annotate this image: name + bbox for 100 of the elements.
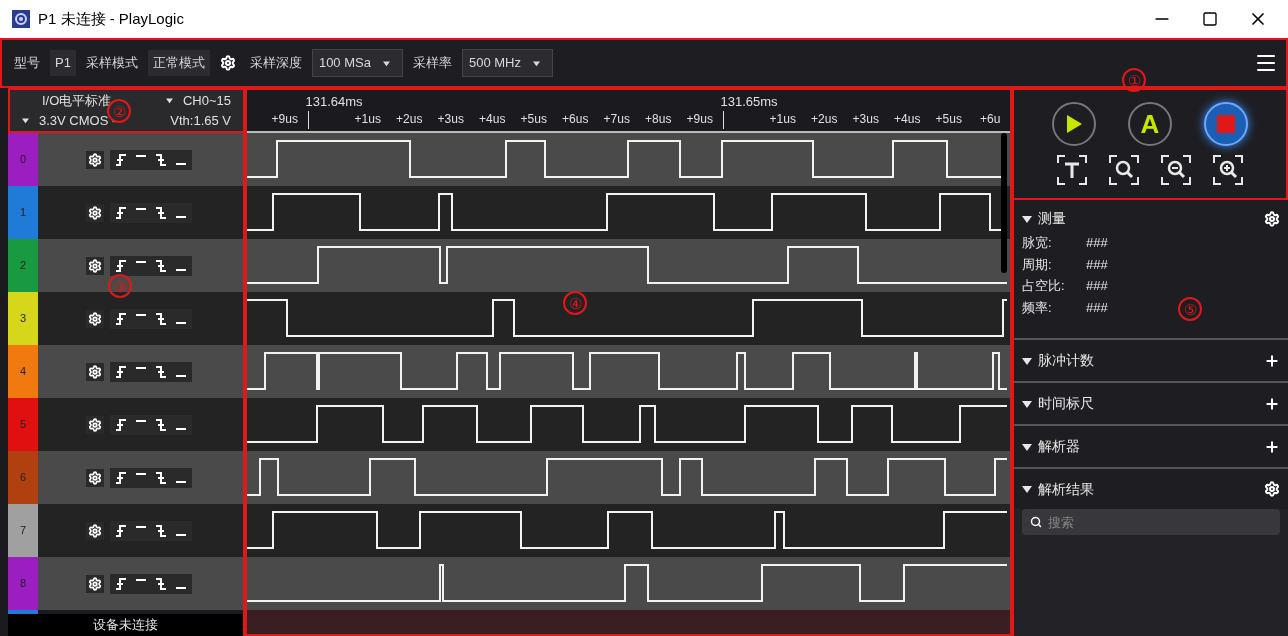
falling-edge-icon[interactable] — [154, 258, 168, 273]
gear-icon[interactable] — [88, 364, 102, 379]
ruler-time-label: 131.65ms — [720, 93, 778, 111]
zoom-in-icon[interactable] — [1212, 154, 1244, 186]
gear-icon[interactable] — [88, 311, 102, 326]
channel-tag[interactable]: 5 — [8, 398, 38, 451]
rising-edge-icon[interactable] — [114, 311, 128, 326]
measure-value: ### — [1086, 298, 1108, 317]
channel-tag[interactable]: 2 — [8, 239, 38, 292]
gear-icon[interactable] — [88, 152, 102, 167]
toolbar-value: P1 — [50, 50, 76, 76]
caret-icon — [165, 97, 173, 105]
ruler-tick-label: +2us — [396, 111, 423, 128]
annotation-marker: ⑤ — [1178, 297, 1202, 321]
gear-icon[interactable] — [88, 523, 102, 538]
add-icon[interactable] — [1264, 395, 1280, 412]
falling-edge-icon[interactable] — [154, 205, 168, 220]
rising-edge-icon[interactable] — [114, 152, 128, 167]
channel-tag[interactable]: 4 — [8, 345, 38, 398]
falling-edge-icon[interactable] — [154, 523, 168, 538]
status-bar: 设备未连接 — [8, 614, 243, 636]
toolbar-label: 型号 — [13, 54, 41, 73]
caret-icon[interactable] — [1022, 213, 1032, 224]
rising-edge-icon[interactable] — [114, 576, 128, 591]
zoom-fit-icon[interactable] — [1108, 154, 1140, 186]
measure-value: ### — [1086, 255, 1108, 274]
ruler-tick-label: +9us — [686, 111, 713, 128]
measure-label: 脉宽: — [1022, 234, 1053, 252]
maximize-icon[interactable] — [1202, 11, 1218, 27]
falling-edge-icon[interactable] — [154, 364, 168, 379]
ruler-tick-label: +1us — [769, 111, 796, 128]
channel-tag[interactable]: 1 — [8, 186, 38, 239]
add-icon[interactable] — [1264, 352, 1280, 369]
scrollbar-thumb[interactable] — [1001, 133, 1007, 273]
caret-icon — [382, 59, 390, 67]
section-title: 解析器 — [1038, 437, 1080, 456]
falling-edge-icon[interactable] — [154, 311, 168, 326]
stop-button[interactable] — [1204, 102, 1248, 146]
section-title: 脉冲计数 — [1038, 351, 1094, 370]
measure-value: ### — [1086, 277, 1108, 295]
section-title: 解析结果 — [1038, 479, 1094, 499]
ruler-tick-label: +6us — [562, 111, 589, 128]
ruler-tick-label: +8us — [645, 111, 672, 128]
channel-tag[interactable]: 3 — [8, 292, 38, 345]
measure-value: ### — [1086, 234, 1108, 252]
auto-button[interactable]: A — [1128, 102, 1172, 146]
text-cursor-icon[interactable] — [1056, 154, 1088, 186]
caret-icon — [22, 116, 29, 124]
ruler-tick-label: +5us — [520, 111, 547, 128]
gear-icon[interactable] — [219, 55, 236, 71]
measure-label: 频率: — [1022, 298, 1053, 317]
rising-edge-icon[interactable] — [114, 364, 128, 379]
caret-icon — [533, 59, 540, 67]
search-field[interactable]: 搜索 — [1022, 509, 1280, 535]
channel-range-select[interactable]: CH0~15 — [165, 91, 231, 111]
rising-edge-icon[interactable] — [114, 523, 128, 538]
measure-label: 周期: — [1022, 255, 1053, 274]
annotation-marker: ④ — [563, 291, 587, 315]
stop-icon — [1217, 115, 1235, 133]
rising-edge-icon[interactable] — [114, 470, 128, 485]
section-title: 测量 — [1038, 209, 1066, 228]
gear-icon[interactable] — [1264, 210, 1280, 227]
toolbar-label: 采样率 — [411, 54, 453, 73]
ruler-tick-label: +5us — [935, 111, 962, 128]
gear-icon[interactable] — [88, 576, 102, 591]
ruler-tick-label: +7us — [603, 111, 630, 128]
gear-icon[interactable] — [88, 417, 102, 432]
section-title: 时间标尺 — [1038, 394, 1094, 413]
gear-icon[interactable] — [1264, 481, 1280, 497]
play-button[interactable] — [1052, 102, 1096, 146]
gear-icon[interactable] — [88, 470, 102, 485]
gear-icon[interactable] — [88, 258, 102, 273]
caret-icon[interactable] — [1022, 484, 1032, 494]
window-title: P1 未连接 - PlayLogic — [38, 8, 184, 29]
annotation-marker: ① — [1122, 68, 1146, 92]
ruler-tick-label: +1us — [354, 111, 381, 128]
play-icon — [1065, 114, 1083, 134]
falling-edge-icon[interactable] — [154, 576, 168, 591]
rising-edge-icon[interactable] — [114, 258, 128, 273]
threshold-value: Vth:1.65 V — [170, 111, 231, 130]
toolbar-label: 采样模式 — [84, 54, 139, 73]
annotation-marker: ③ — [108, 274, 132, 298]
rising-edge-icon[interactable] — [114, 417, 128, 432]
search-icon — [1030, 516, 1042, 528]
falling-edge-icon[interactable] — [154, 470, 168, 485]
falling-edge-icon[interactable] — [154, 152, 168, 167]
toolbar-label: 采样深度 — [248, 54, 303, 73]
caret-icon[interactable] — [1022, 355, 1032, 366]
caret-icon[interactable] — [1022, 441, 1032, 452]
gear-icon[interactable] — [88, 205, 102, 220]
add-icon[interactable] — [1264, 438, 1280, 455]
falling-edge-icon[interactable] — [154, 417, 168, 432]
ruler-tick-label: +3us — [852, 111, 879, 128]
app-logo-icon — [12, 10, 30, 28]
rising-edge-icon[interactable] — [114, 205, 128, 220]
toolbar-select[interactable]: 100 MSa — [311, 49, 403, 77]
zoom-out-icon[interactable] — [1160, 154, 1192, 186]
toolbar-select[interactable]: 500 MHz — [461, 49, 553, 77]
channel-tag[interactable]: 7 — [8, 504, 38, 557]
caret-icon[interactable] — [1022, 398, 1032, 409]
